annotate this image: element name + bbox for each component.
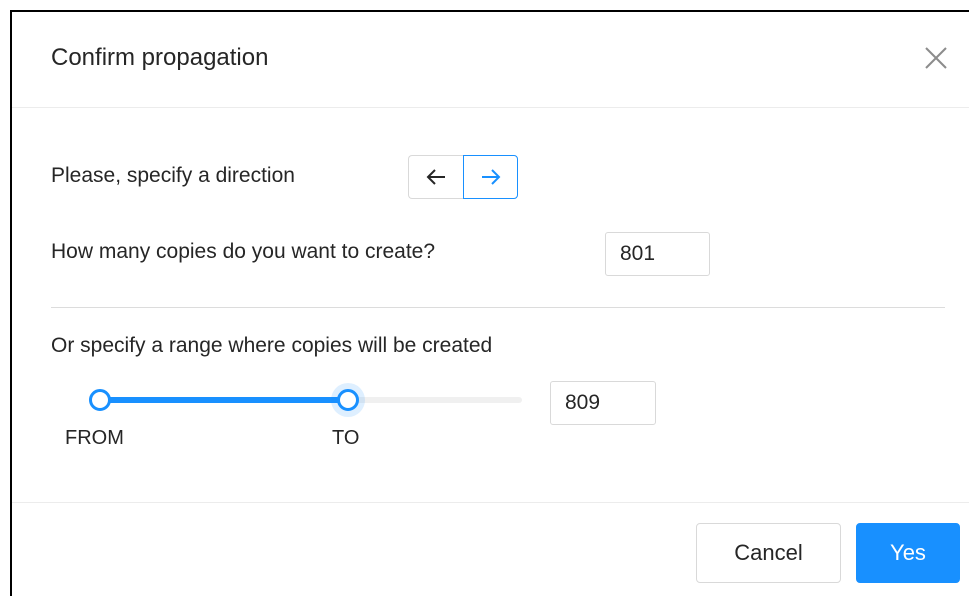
range-input[interactable] [550,381,656,425]
direction-right-button[interactable] [463,155,518,199]
arrow-left-icon [426,169,445,185]
yes-button[interactable]: Yes [856,523,960,583]
header-divider [12,107,969,108]
direction-toggle [408,155,518,199]
close-icon[interactable] [922,44,950,72]
direction-label: Please, specify a direction [51,164,295,187]
section-divider [51,307,945,308]
range-label: Or specify a range where copies will be … [51,334,493,357]
range-from-handle[interactable] [89,389,111,411]
direction-left-button[interactable] [408,155,463,199]
footer-divider [12,502,969,503]
arrow-right-icon [481,169,500,185]
copies-label: How many copies do you want to create? [51,240,436,263]
copies-input[interactable] [605,232,710,276]
cancel-button[interactable]: Cancel [696,523,841,583]
dialog-title: Confirm propagation [51,44,269,71]
range-to-handle[interactable] [337,389,359,411]
range-slider-track [100,397,348,403]
range-from-label: FROM [65,427,124,449]
range-to-label: TO [332,427,360,449]
dialog-frame [10,10,969,596]
